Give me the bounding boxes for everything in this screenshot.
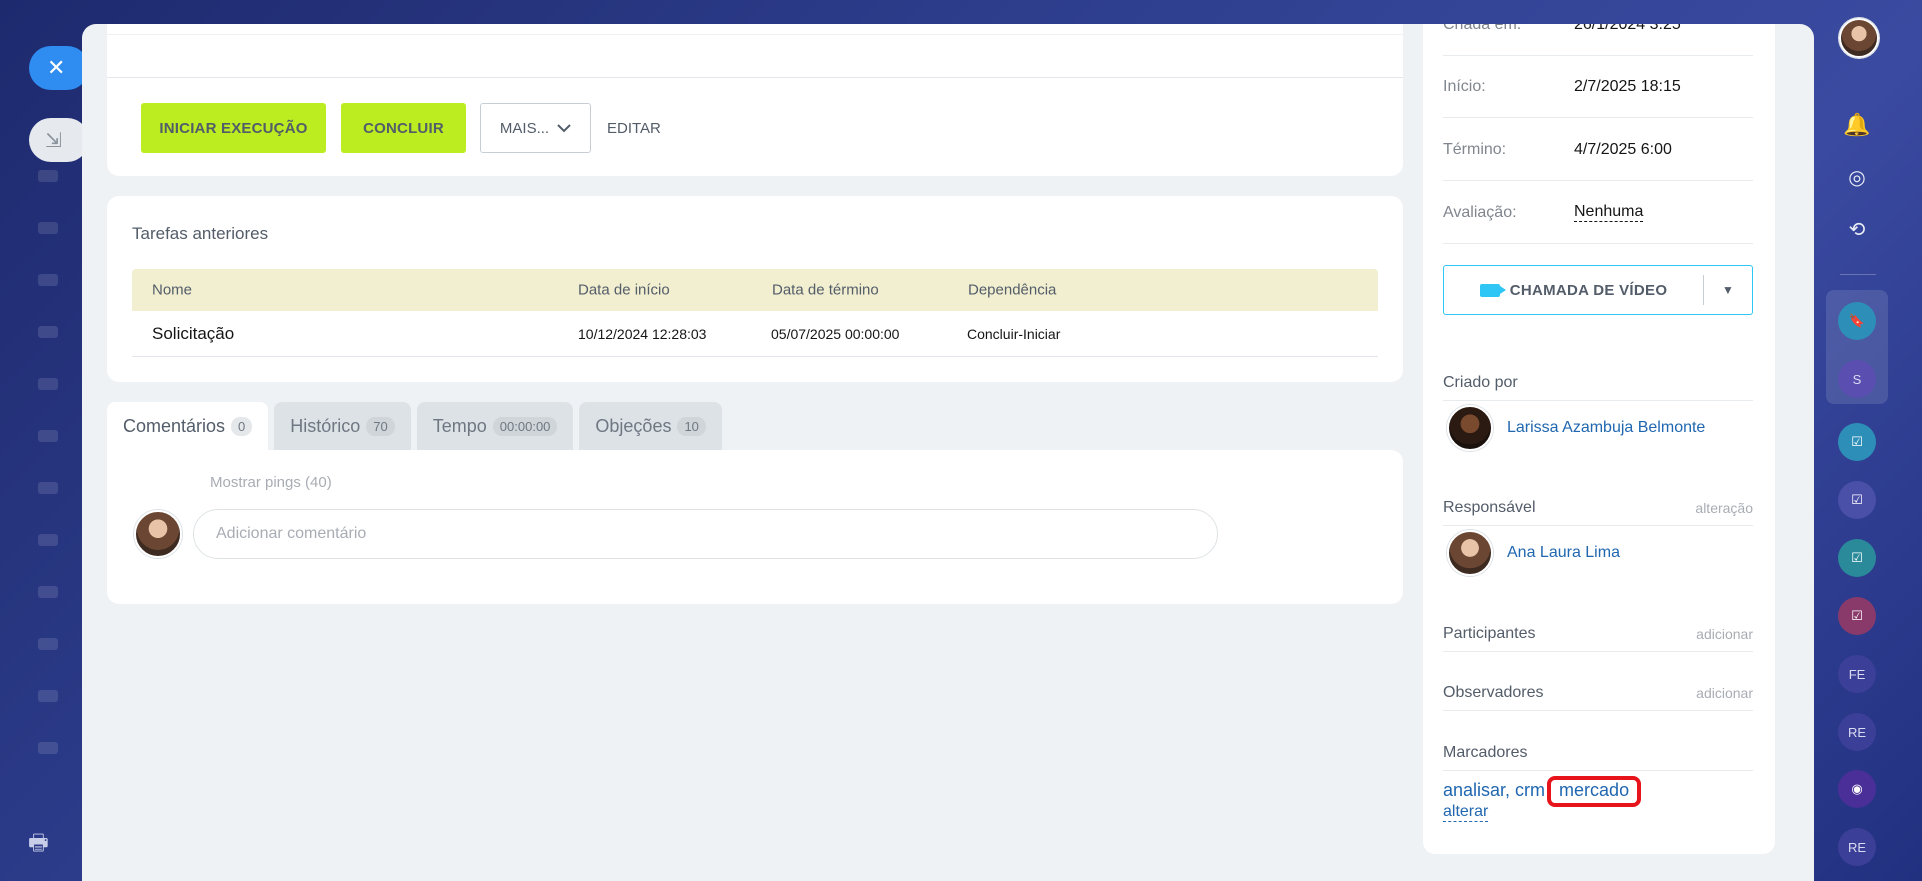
responsible-name-link[interactable]: Ana Laura Lima <box>1507 544 1620 562</box>
column-header-name: Nome <box>152 281 193 299</box>
change-responsible-link[interactable]: alteração <box>1695 500 1753 516</box>
tab-time[interactable]: Tempo 00:00:00 <box>416 402 574 450</box>
task-actions-card: INICIAR EXECUÇÃO CONCLUIR MAIS... EDITAR <box>107 24 1403 176</box>
task-start-date: 10/12/2024 12:28:03 <box>578 325 707 342</box>
end-date-row: Término: 4/7/2025 6:00 <box>1443 119 1753 181</box>
table-row[interactable]: Solicitação 10/12/2024 12:28:03 05/07/20… <box>132 311 1378 357</box>
tab-label: Comentários <box>123 415 226 436</box>
task-check-icon[interactable]: ☑ <box>1838 423 1876 461</box>
tab-comments[interactable]: Comentários 0 <box>107 402 269 450</box>
task-details-sidebar: Criada em: 26/1/2024 3:25 Início: 2/7/20… <box>1423 24 1775 854</box>
edit-tags-link[interactable]: alterar <box>1443 803 1489 822</box>
avatar <box>1447 405 1493 451</box>
background-page-hint <box>38 170 68 794</box>
created-date-value: 26/1/2024 3:25 <box>1574 24 1681 33</box>
rating-row: Avaliação: Nenhuma <box>1443 182 1753 244</box>
edit-button[interactable]: EDITAR <box>607 103 661 153</box>
task-check-icon[interactable]: ☑ <box>1838 597 1876 635</box>
comment-input[interactable]: Adicionar comentário <box>193 509 1218 559</box>
video-call-dropdown-icon[interactable]: ▼ <box>1704 283 1752 297</box>
tab-label: Tempo <box>432 415 487 436</box>
responsible-label: Responsável <box>1443 498 1536 516</box>
task-name-link[interactable]: Solicitação <box>152 324 234 344</box>
tab-count-badge: 10 <box>677 416 706 436</box>
more-button-label: MAIS... <box>499 119 550 137</box>
tags-header: Marcadores <box>1443 735 1753 771</box>
target-icon[interactable]: ◎ <box>1838 158 1876 196</box>
close-icon: ✕ <box>47 55 66 80</box>
previous-tasks-title: Tarefas anteriores <box>132 224 269 243</box>
responsible-user[interactable]: Ana Laura Lima <box>1447 530 1620 576</box>
tab-count-badge: 0 <box>231 416 253 436</box>
tag-link-highlighted[interactable]: mercado <box>1547 776 1642 807</box>
complete-button[interactable]: CONCLUIR <box>341 103 466 153</box>
tags-label: Marcadores <box>1443 743 1528 761</box>
start-date-label: Início: <box>1443 77 1486 95</box>
notifications-bell-icon[interactable]: 🔔 <box>1838 106 1876 144</box>
close-slider-button[interactable]: ✕ <box>29 46 89 90</box>
task-end-date: 05/07/2025 00:00:00 <box>771 325 900 342</box>
start-date-value: 2/7/2025 18:15 <box>1574 77 1681 95</box>
task-check-icon[interactable]: ☑ <box>1838 481 1876 519</box>
video-camera-icon <box>1479 283 1506 297</box>
created-date-row: Criada em: 26/1/2024 3:25 <box>1443 24 1753 56</box>
responsible-header: Responsável alteração <box>1443 490 1753 526</box>
tab-label: Objeções <box>595 415 672 436</box>
tab-objections[interactable]: Objeções 10 <box>579 402 722 450</box>
tab-label: Histórico <box>290 415 361 436</box>
start-date-row: Início: 2/7/2025 18:15 <box>1443 56 1753 118</box>
avatar <box>1447 530 1493 576</box>
video-call-main[interactable]: CHAMADA DE VÍDEO <box>1444 282 1703 299</box>
rail-item-s[interactable]: S <box>1838 360 1876 398</box>
refresh-icon[interactable]: ◉ <box>1838 770 1876 808</box>
rating-label: Avaliação: <box>1443 203 1517 221</box>
rating-value[interactable]: Nenhuma <box>1574 203 1644 222</box>
comments-panel: Mostrar pings (40) Adicionar comentário <box>107 450 1403 604</box>
avatar[interactable] <box>1838 17 1880 59</box>
column-header-end-date: Data de término <box>772 281 879 299</box>
creator-user[interactable]: Larissa Azambuja Belmonte <box>1447 405 1705 451</box>
minimize-icon: ⇲ <box>45 129 62 152</box>
rail-item-fe[interactable]: FE <box>1838 655 1876 693</box>
tab-count-badge: 70 <box>366 416 395 436</box>
created-by-label: Criado por <box>1443 373 1518 391</box>
rail-item-re[interactable]: RE <box>1838 713 1876 751</box>
tab-history[interactable]: Histórico 70 <box>274 402 411 450</box>
bookmark-icon[interactable]: 🔖 <box>1838 302 1876 340</box>
task-check-icon[interactable]: ☑ <box>1838 539 1876 577</box>
created-date-label: Criada em: <box>1443 24 1522 33</box>
start-execution-button[interactable]: INICIAR EXECUÇÃO <box>141 103 326 153</box>
previous-tasks-card: Tarefas anteriores Nome Data de início D… <box>107 196 1403 382</box>
avatar <box>134 510 182 558</box>
created-by-header: Criado por <box>1443 365 1753 401</box>
tag-link[interactable]: analisar, crm <box>1443 780 1545 800</box>
task-dependency: Concluir-Iniciar <box>967 325 1061 342</box>
add-observer-link[interactable]: adicionar <box>1696 685 1753 701</box>
task-slider-panel: INICIAR EXECUÇÃO CONCLUIR MAIS... EDITAR… <box>82 24 1814 881</box>
more-button[interactable]: MAIS... <box>480 103 591 153</box>
video-call-button[interactable]: CHAMADA DE VÍDEO ▼ <box>1443 265 1753 315</box>
participants-header: Participantes adicionar <box>1443 616 1753 652</box>
observers-label: Observadores <box>1443 683 1544 701</box>
minimize-slider-button[interactable]: ⇲ <box>29 118 89 162</box>
tab-count-badge: 00:00:00 <box>492 416 558 436</box>
previous-tasks-header: Nome Data de início Data de término Depe… <box>132 269 1378 311</box>
column-header-start-date: Data de início <box>578 281 670 299</box>
column-header-dependency: Dependência <box>968 281 1057 299</box>
chevron-down-icon <box>557 120 571 137</box>
sync-icon[interactable]: ⟲ <box>1838 210 1876 248</box>
end-date-value: 4/7/2025 6:00 <box>1574 140 1672 158</box>
print-icon[interactable]: 🖶 <box>28 826 49 864</box>
rail-item-re-2[interactable]: RE <box>1838 828 1876 866</box>
participants-label: Participantes <box>1443 624 1536 642</box>
end-date-label: Término: <box>1443 140 1507 158</box>
task-tabs: Comentários 0 Histórico 70 Tempo 00:00:0… <box>107 402 722 450</box>
show-pings-link[interactable]: Mostrar pings (40) <box>210 474 332 491</box>
observers-header: Observadores adicionar <box>1443 675 1753 711</box>
video-call-label: CHAMADA DE VÍDEO <box>1509 281 1668 299</box>
add-participant-link[interactable]: adicionar <box>1696 626 1753 642</box>
creator-name-link[interactable]: Larissa Azambuja Belmonte <box>1507 419 1705 437</box>
